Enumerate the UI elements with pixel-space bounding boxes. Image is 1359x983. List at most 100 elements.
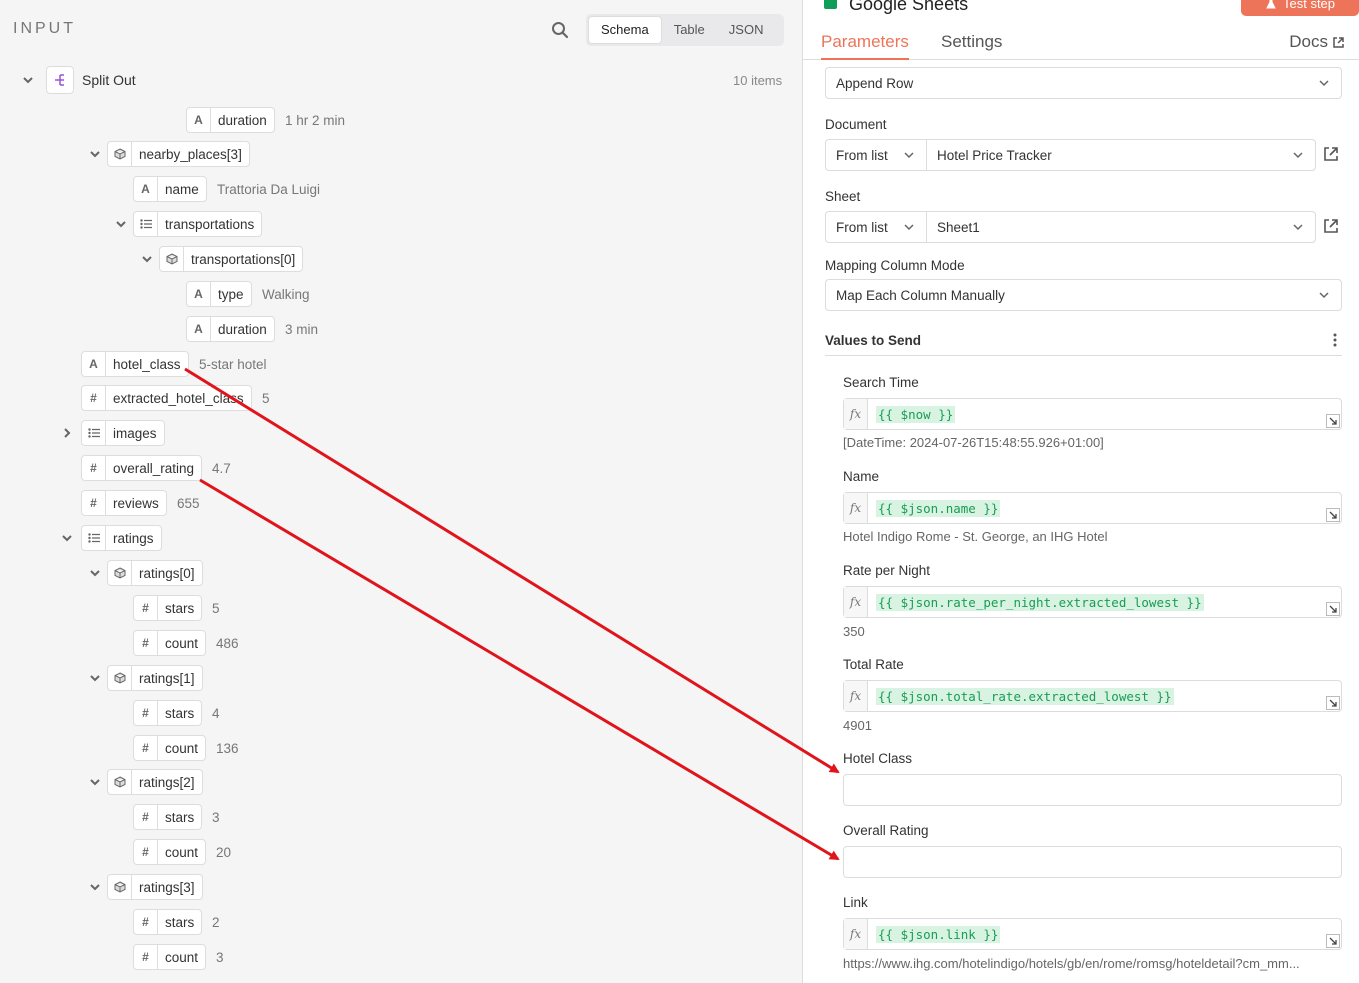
chevron-right-icon[interactable] (60, 426, 74, 440)
rate-per-night-expression-input[interactable]: fx {{ $json.rate_per_night.extracted_low… (843, 586, 1342, 618)
chevron-down-icon[interactable] (114, 217, 128, 231)
rate-per-night-result: 350 (843, 624, 865, 639)
sheet-value: Sheet1 (937, 219, 980, 235)
number-type-icon: # (134, 701, 158, 725)
document-mode-select[interactable]: From list (825, 139, 927, 171)
chevron-down-icon (904, 152, 914, 159)
search-icon[interactable] (551, 21, 569, 39)
mapping-mode-select[interactable]: Map Each Column Manually (825, 279, 1342, 311)
document-select[interactable]: Hotel Price Tracker (926, 139, 1316, 171)
chevron-down-icon[interactable] (88, 566, 102, 580)
schema-field-label: ratings[0] (139, 565, 195, 581)
schema-field-label: count (165, 949, 199, 965)
expand-icon[interactable] (1326, 508, 1340, 522)
schema-field[interactable]: # stars (133, 909, 203, 935)
number-type-icon: # (134, 805, 158, 829)
test-step-button[interactable]: Test step (1241, 0, 1359, 16)
field-label-name: Name (843, 469, 880, 484)
schema-field[interactable]: Aduration (186, 107, 275, 133)
schema-field-value: 3 (216, 950, 224, 965)
view-table-option[interactable]: Table (662, 16, 717, 44)
object-type-icon (108, 875, 132, 899)
number-type-icon: # (134, 840, 158, 864)
schema-field-label: type (218, 286, 244, 302)
schema-field[interactable]: # stars (133, 595, 203, 621)
schema-field[interactable]: ratings[1] (107, 665, 203, 691)
schema-field[interactable]: Atype (186, 281, 252, 307)
link-result: https://www.ihg.com/hotelindigo/hotels/g… (843, 956, 1300, 971)
mapping-mode-label: Mapping Column Mode (825, 258, 965, 273)
schema-field[interactable]: # reviews (81, 490, 167, 516)
kebab-menu-icon[interactable] (1333, 333, 1337, 347)
schema-field[interactable]: ratings (81, 525, 162, 551)
sheet-mode-value: From list (836, 219, 888, 235)
expand-icon[interactable] (1326, 696, 1340, 710)
chevron-down-icon[interactable] (20, 72, 36, 88)
sheet-mode-select[interactable]: From list (825, 211, 927, 243)
schema-field[interactable]: transportations[0] (159, 246, 304, 272)
schema-field[interactable]: # count (133, 839, 207, 865)
total-rate-expression-input[interactable]: fx {{ $json.total_rate.extracted_lowest … (843, 680, 1342, 712)
schema-field[interactable]: # count (133, 735, 207, 761)
chevron-down-icon (904, 224, 914, 231)
name-expression-input[interactable]: fx {{ $json.name }} (843, 492, 1342, 524)
schema-field-value: 2 (212, 915, 220, 930)
docs-link[interactable]: Docs (1289, 32, 1345, 52)
schema-field[interactable]: Aname (133, 176, 207, 202)
schema-field-value: Trattoria Da Luigi (217, 182, 321, 197)
input-node-label: Split Out (82, 72, 136, 88)
schema-field[interactable]: images (81, 420, 165, 446)
schema-field[interactable]: ratings[2] (107, 769, 203, 795)
schema-field-label: stars (165, 705, 195, 721)
view-schema-option[interactable]: Schema (588, 16, 662, 44)
overall-rating-input[interactable] (843, 846, 1342, 878)
schema-field[interactable]: # count (133, 630, 207, 656)
schema-field-value: 5 (212, 601, 220, 616)
object-type-icon (108, 770, 132, 794)
schema-field[interactable]: ratings[3] (107, 874, 203, 900)
test-step-label: Test step (1282, 0, 1336, 11)
link-expression-input[interactable]: fx {{ $json.link }} (843, 918, 1342, 950)
schema-field[interactable]: transportations (133, 211, 263, 237)
schema-field[interactable]: ratings[0] (107, 560, 203, 586)
schema-field-label: transportations[0] (191, 251, 296, 267)
expand-icon[interactable] (1326, 602, 1340, 616)
schema-field[interactable]: Ahotel_class (81, 351, 189, 377)
tab-parameters[interactable]: Parameters (821, 32, 909, 52)
schema-field-label: duration (218, 112, 267, 128)
sheet-select[interactable]: Sheet1 (926, 211, 1316, 243)
schema-field-value: Walking (262, 287, 310, 302)
mapping-mode-value: Map Each Column Manually (836, 287, 1005, 303)
schema-field-value: 136 (216, 741, 239, 756)
chevron-down-icon[interactable] (88, 671, 102, 685)
external-link-icon[interactable] (1323, 218, 1339, 234)
schema-field[interactable]: # stars (133, 804, 203, 830)
chevron-down-icon[interactable] (60, 531, 74, 545)
input-node-row[interactable]: Split Out (20, 66, 136, 94)
expand-icon[interactable] (1326, 934, 1340, 948)
schema-field[interactable]: # stars (133, 700, 203, 726)
number-type-icon: # (134, 596, 158, 620)
chevron-down-icon[interactable] (88, 880, 102, 894)
object-type-icon (108, 666, 132, 690)
search-time-expression-input[interactable]: fx {{ $now }} (843, 398, 1342, 430)
chevron-down-icon[interactable] (88, 147, 102, 161)
schema-field[interactable]: Aduration (186, 316, 275, 342)
expand-icon[interactable] (1326, 414, 1340, 428)
schema-field[interactable]: # count (133, 944, 207, 970)
hotel-class-input[interactable] (843, 774, 1342, 806)
schema-field[interactable]: nearby_places[3] (107, 141, 250, 167)
schema-field[interactable]: # extracted_hotel_class (81, 385, 252, 411)
field-label-link: Link (843, 895, 868, 910)
operation-select[interactable]: Append Row (825, 67, 1342, 99)
schema-field[interactable]: # overall_rating (81, 455, 203, 481)
chevron-down-icon[interactable] (140, 252, 154, 266)
schema-field-value: 5 (262, 391, 270, 406)
schema-field-value: 1 hr 2 min (285, 113, 346, 128)
view-json-option[interactable]: JSON (717, 16, 776, 44)
tab-settings[interactable]: Settings (941, 32, 1002, 52)
number-type-icon: # (134, 910, 158, 934)
external-link-icon[interactable] (1323, 146, 1339, 162)
chevron-down-icon[interactable] (88, 775, 102, 789)
input-panel: INPUT Schema Table JSON Split Out 10 ite… (0, 0, 802, 983)
